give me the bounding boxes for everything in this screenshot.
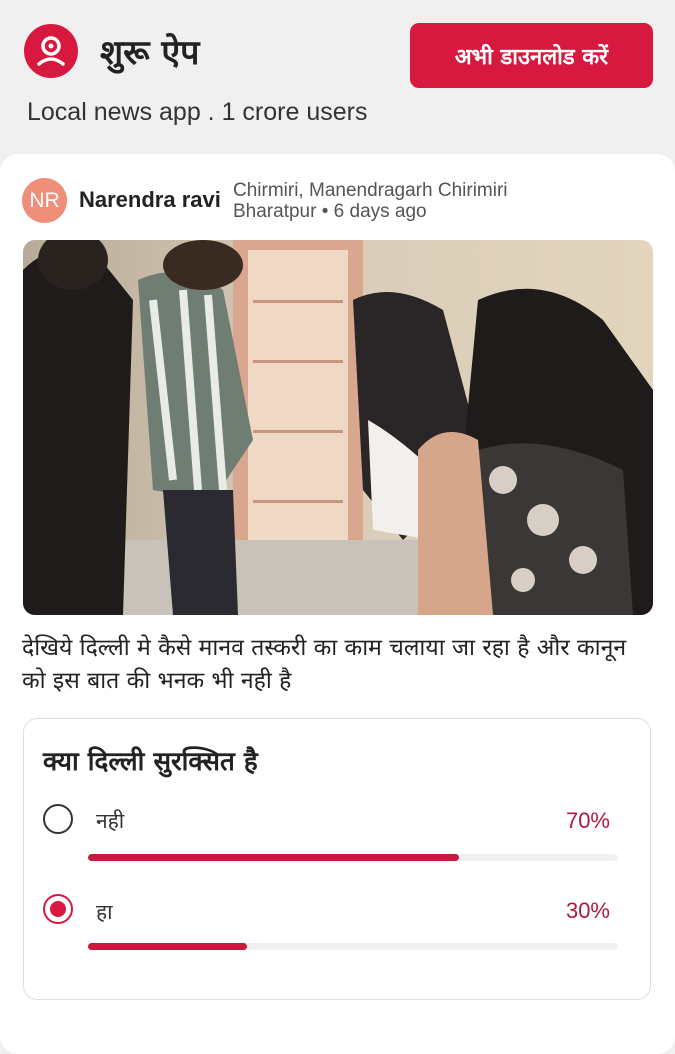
poll-option-bar-no <box>88 854 618 861</box>
post-location-time: Bharatpur • 6 days ago <box>233 201 427 222</box>
post-meta: Chirmiri, Manendragarh Chirimiri Bharatp… <box>233 180 508 222</box>
app-name: शुरू ऐप <box>100 33 200 73</box>
poll-option-percent-yes: 30% <box>565 898 610 923</box>
poll-option-bar-fill-yes <box>88 943 247 950</box>
post-image[interactable] <box>23 240 653 615</box>
author-name[interactable]: Narendra ravi <box>79 187 221 213</box>
poll-question: क्या दिल्ली सुरक्सित है <box>43 747 258 777</box>
poll-option-label-no[interactable]: नही <box>96 807 124 835</box>
poll-option-label-yes[interactable]: हा <box>96 898 113 926</box>
app-logo-icon <box>24 24 78 78</box>
app-tagline: Local news app . 1 crore users <box>27 98 368 126</box>
post-location: Chirmiri, Manendragarh Chirimiri <box>233 180 508 201</box>
poll-option-percent-no: 70% <box>565 808 610 833</box>
app-header: शुरू ऐप अभी डाउनलोड करें Local news app … <box>0 0 675 150</box>
post-text: देखिये दिल्ली मे कैसे मानव तस्करी का काम… <box>22 635 627 694</box>
poll-option-bar-yes <box>88 943 618 950</box>
avatar[interactable]: NR <box>22 178 67 223</box>
poll-option-radio-no[interactable] <box>43 804 73 834</box>
poll-option-bar-fill-no <box>88 854 459 861</box>
poll-option-radio-yes[interactable] <box>43 894 73 924</box>
download-now-button[interactable]: अभी डाउनलोड करें <box>410 23 653 88</box>
